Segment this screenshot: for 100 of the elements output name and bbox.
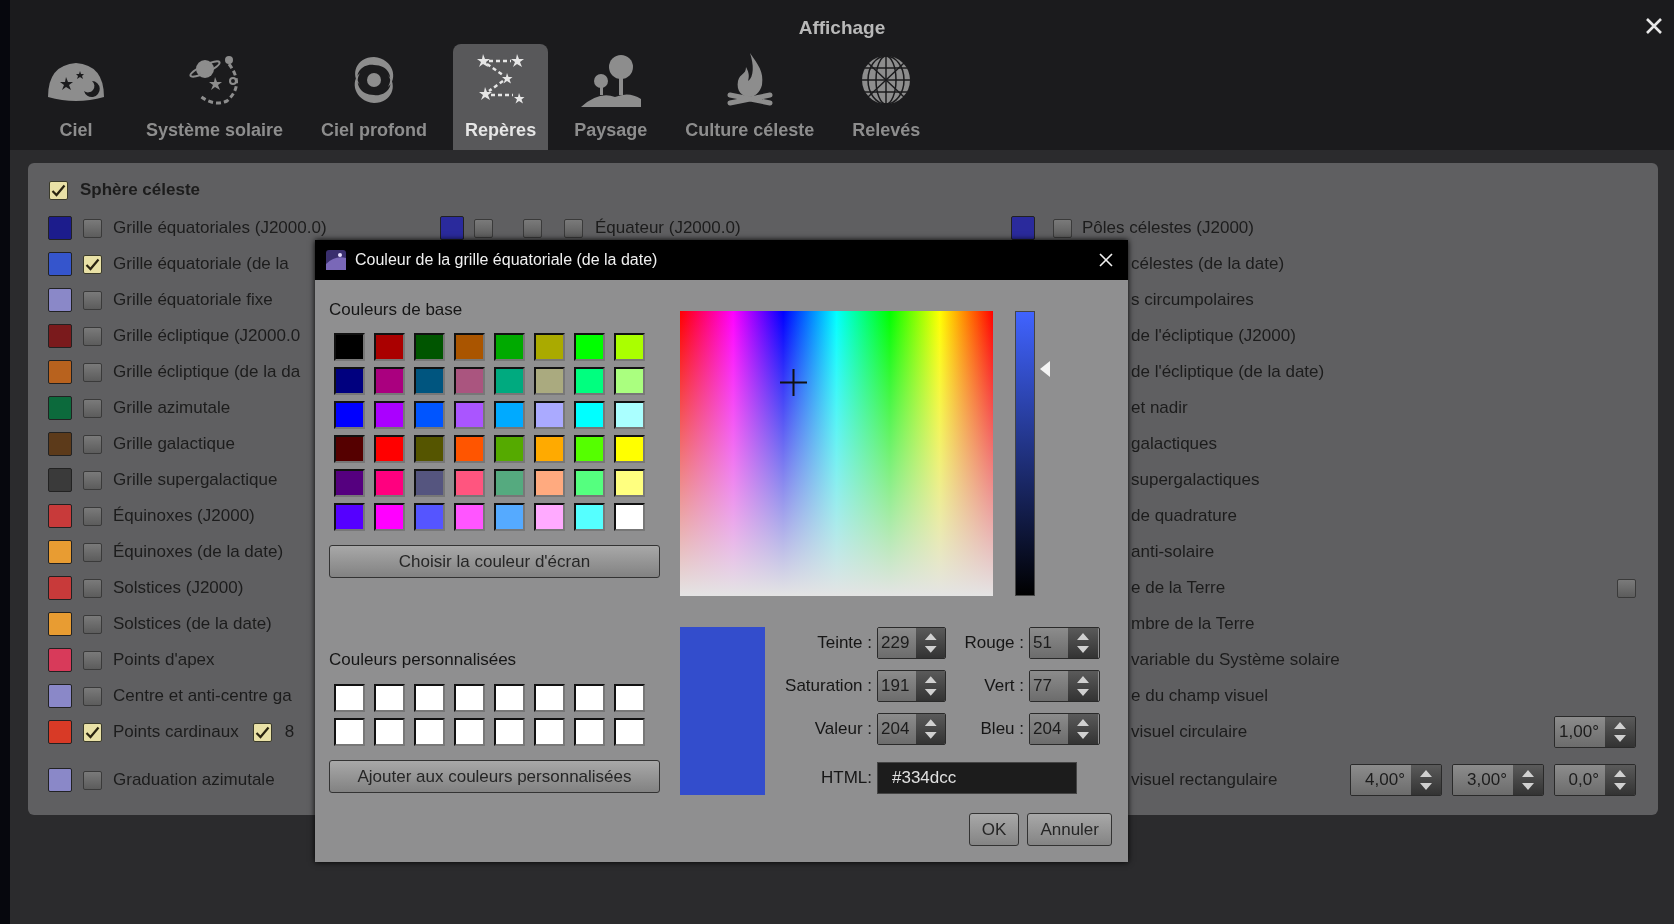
color-swatch[interactable] [574,367,605,395]
color-swatch[interactable] [614,503,645,531]
checkbox[interactable] [83,362,102,382]
color-swatch[interactable] [494,401,525,429]
color-swatch[interactable] [454,503,485,531]
hex-field[interactable]: #334dcc [877,762,1077,794]
checkbox[interactable] [83,326,102,346]
checkbox[interactable] [1053,218,1072,238]
color-swatch[interactable] [414,435,445,463]
color-swatch[interactable] [48,648,72,672]
checkbox[interactable] [83,470,102,490]
color-swatch[interactable] [414,469,445,497]
checkbox[interactable] [83,506,102,526]
color-swatch[interactable] [614,684,645,712]
tab[interactable]: Culture céleste [673,44,827,150]
checkbox[interactable] [83,614,102,634]
checkbox[interactable] [474,218,493,238]
color-swatch[interactable] [494,503,525,531]
color-swatch[interactable] [574,718,605,746]
color-spectrum[interactable] [680,311,993,596]
color-swatch[interactable] [334,401,365,429]
color-swatch[interactable] [534,684,565,712]
checkbox[interactable] [83,398,102,418]
color-swatch[interactable] [48,540,72,564]
tab[interactable]: Ciel profond [309,44,440,150]
color-swatch[interactable] [614,469,645,497]
color-swatch[interactable] [414,684,445,712]
color-swatch[interactable] [374,684,405,712]
color-swatch[interactable] [48,216,72,240]
color-swatch[interactable] [534,469,565,497]
color-swatch[interactable] [454,718,485,746]
color-swatch[interactable] [574,503,605,531]
color-swatch[interactable] [574,684,605,712]
color-swatch[interactable] [374,469,405,497]
color-swatch[interactable] [48,432,72,456]
color-swatch[interactable] [374,333,405,361]
checkbox[interactable] [83,686,102,706]
ok-button[interactable]: OK [968,813,1020,846]
checkbox[interactable] [564,218,583,238]
color-swatch[interactable] [334,503,365,531]
color-swatch[interactable] [334,469,365,497]
color-swatch[interactable] [574,435,605,463]
tab[interactable]: Paysage [562,44,660,150]
close-icon[interactable] [1098,252,1114,268]
color-swatch[interactable] [48,684,72,708]
tab[interactable]: Relevés [840,44,933,150]
checkbox[interactable] [83,722,102,742]
color-swatch[interactable] [48,396,72,420]
checkbox[interactable] [252,722,272,742]
slider-thumb[interactable] [1040,361,1050,377]
color-swatch[interactable] [494,718,525,746]
color-swatch[interactable] [334,435,365,463]
checkbox[interactable] [83,578,102,598]
screen-color-button[interactable]: Choisir la couleur d'écran [329,545,660,578]
color-swatch[interactable] [48,576,72,600]
color-swatch[interactable] [454,367,485,395]
checkbox[interactable] [83,218,102,238]
color-swatch[interactable] [414,718,445,746]
checkbox[interactable] [83,290,102,310]
color-swatch[interactable] [494,367,525,395]
color-swatch[interactable] [614,435,645,463]
color-swatch[interactable] [414,367,445,395]
color-swatch[interactable] [334,333,365,361]
color-swatch[interactable] [454,333,485,361]
color-swatch[interactable] [374,367,405,395]
color-swatch[interactable] [534,333,565,361]
checkbox[interactable] [83,650,102,670]
color-swatch[interactable] [334,367,365,395]
color-swatch[interactable] [48,720,72,744]
color-swatch[interactable] [48,612,72,636]
color-swatch[interactable] [48,324,72,348]
color-swatch[interactable] [614,333,645,361]
color-swatch[interactable] [494,333,525,361]
color-swatch[interactable] [414,333,445,361]
color-swatch[interactable] [534,503,565,531]
color-swatch[interactable] [334,684,365,712]
color-swatch[interactable] [374,503,405,531]
color-swatch[interactable] [454,401,485,429]
color-swatch[interactable] [374,401,405,429]
close-icon[interactable] [1644,16,1664,36]
color-swatch[interactable] [494,684,525,712]
checkbox[interactable] [523,218,542,238]
color-swatch[interactable] [454,469,485,497]
color-swatch[interactable] [48,768,72,792]
checkbox[interactable] [83,254,102,274]
checkbox[interactable] [49,180,68,200]
color-swatch[interactable] [454,435,485,463]
color-swatch[interactable] [374,435,405,463]
color-swatch[interactable] [48,468,72,492]
color-swatch[interactable] [534,401,565,429]
color-swatch[interactable] [48,504,72,528]
color-swatch[interactable] [614,718,645,746]
color-swatch[interactable] [574,333,605,361]
color-swatch[interactable] [614,367,645,395]
checkbox[interactable] [83,542,102,562]
color-swatch[interactable] [48,360,72,384]
color-swatch[interactable] [374,718,405,746]
checkbox[interactable] [1617,578,1636,598]
color-swatch[interactable] [534,718,565,746]
add-custom-color-button[interactable]: Ajouter aux couleurs personnalisées [329,760,660,793]
